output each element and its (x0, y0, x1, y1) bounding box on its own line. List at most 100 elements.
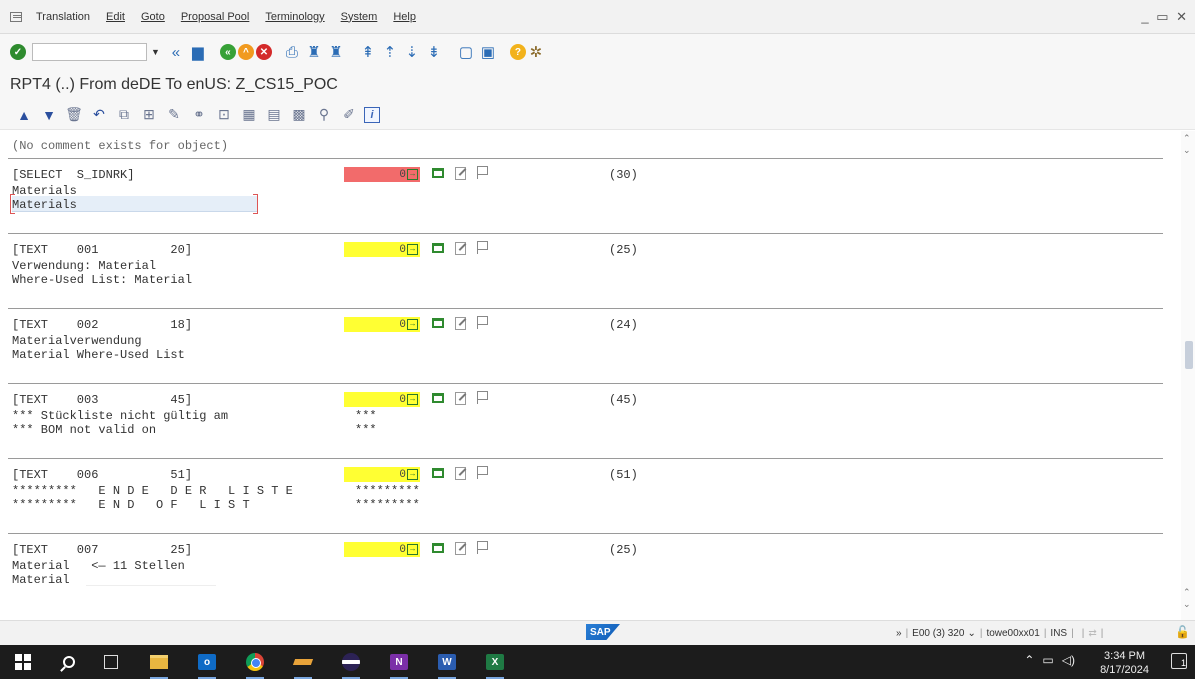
start-button[interactable] (12, 651, 34, 673)
proposals-icon[interactable]: ⚭ (189, 105, 209, 125)
insert-proposal-icon[interactable]: → (407, 394, 418, 405)
target-text[interactable]: Material Where-Used List (12, 348, 185, 362)
status-green-icon[interactable] (432, 392, 444, 403)
move-up-icon[interactable]: ▲ (14, 105, 34, 125)
settings-gear-icon[interactable]: ✲ (526, 42, 546, 62)
menu-help[interactable]: Help (385, 11, 424, 23)
file-explorer-button[interactable] (148, 651, 170, 679)
edit-entry-icon[interactable] (454, 316, 467, 330)
insert-icon[interactable]: ⊡ (214, 105, 234, 125)
edit-entry-icon[interactable] (454, 166, 467, 180)
scroll-down-chevron-icon[interactable]: ⌄ (1183, 599, 1191, 610)
back-icon[interactable]: « (219, 44, 236, 60)
proposal-counter[interactable]: 0 → (344, 242, 420, 257)
target-text[interactable]: Material (12, 573, 70, 587)
cancel-icon[interactable]: ✕ (255, 44, 272, 60)
print-icon[interactable]: ⎙ (282, 42, 302, 62)
shortcut-icon[interactable]: ▣ (478, 42, 498, 62)
calculator-icon[interactable]: ▩ (289, 105, 309, 125)
menu-icon[interactable] (10, 11, 22, 22)
notifications-icon[interactable]: 1 (1171, 653, 1187, 669)
target-text[interactable]: Where-Used List: Material (12, 273, 192, 287)
target-text[interactable]: Materials (12, 198, 77, 212)
command-field[interactable] (32, 43, 147, 61)
save-icon[interactable]: ▆ (188, 42, 208, 62)
menu-translation[interactable]: Translation (28, 11, 98, 23)
notes-icon[interactable]: ✐ (339, 105, 359, 125)
insert-proposal-icon[interactable]: → (407, 469, 418, 480)
insert-proposal-icon[interactable]: → (407, 544, 418, 555)
menu-edit[interactable]: Edit (98, 11, 133, 23)
exit-icon[interactable]: ^ (237, 44, 254, 60)
scroll-up-chevron-icon[interactable]: ⌃ (1183, 133, 1191, 144)
menu-system[interactable]: System (333, 11, 386, 23)
excel-button[interactable]: X (484, 651, 506, 679)
proposal-counter[interactable]: 0 → (344, 467, 420, 482)
lock-icon[interactable]: 🔓 (1175, 625, 1190, 639)
delete-icon[interactable]: 🗑 (64, 105, 84, 125)
onenote-button[interactable]: N (388, 651, 410, 679)
task-view-button[interactable] (100, 651, 122, 673)
command-history-chevron-icon[interactable]: ▼ (151, 47, 160, 57)
network-icon[interactable]: ▭ (1042, 653, 1053, 667)
status-green-icon[interactable] (432, 167, 444, 178)
move-down-icon[interactable]: ▼ (39, 105, 59, 125)
scroll-up-chevron-icon[interactable]: ⌃ (1183, 587, 1191, 598)
window-controls[interactable]: _ ▭ ✕ (1141, 9, 1189, 25)
undo-icon[interactable]: ↶ (89, 105, 109, 125)
status-green-icon[interactable] (432, 542, 444, 553)
flag-icon[interactable] (477, 541, 488, 554)
collapse-icon[interactable]: « (166, 42, 186, 62)
expand-icon[interactable]: » (896, 628, 902, 639)
help-icon[interactable]: ? (509, 44, 526, 60)
proposal-counter[interactable]: 0 → (344, 392, 420, 407)
find-next-icon[interactable]: ♜ (326, 42, 346, 62)
insert-proposal-icon[interactable]: → (407, 319, 418, 330)
last-page-icon[interactable]: ⇟ (424, 42, 444, 62)
outlook-button[interactable]: o (196, 651, 218, 679)
system-dropdown-chevron-icon[interactable]: ⌄ (967, 628, 975, 639)
edit-icon[interactable]: ✎ (164, 105, 184, 125)
proposal-counter[interactable]: 0 → (344, 317, 420, 332)
next-page-icon[interactable]: ⇣ (402, 42, 422, 62)
menu-proposal-pool[interactable]: Proposal Pool (173, 11, 258, 23)
taskbar-search[interactable] (58, 651, 80, 673)
show-hidden-icons-chevron-icon[interactable]: ⌃ (1024, 653, 1034, 667)
find-icon[interactable]: ♜ (304, 42, 324, 62)
table-icon[interactable]: ▦ (239, 105, 259, 125)
flag-icon[interactable] (477, 391, 488, 404)
sap-logon-button[interactable] (292, 651, 314, 679)
clock[interactable]: 3:34 PM 8/17/2024 (1100, 649, 1149, 677)
edit-entry-icon[interactable] (454, 241, 467, 255)
previous-page-icon[interactable]: ⇡ (380, 42, 400, 62)
eclipse-button[interactable] (340, 651, 362, 679)
menu-goto[interactable]: Goto (133, 11, 173, 23)
proposal-counter[interactable]: 0 → (344, 542, 420, 557)
input-mode[interactable]: INS (1050, 628, 1067, 639)
status-green-icon[interactable] (432, 467, 444, 478)
edit-entry-icon[interactable] (454, 541, 467, 555)
status-green-icon[interactable] (432, 242, 444, 253)
edit-entry-icon[interactable] (454, 466, 467, 480)
target-text[interactable]: *** BOM not valid on (12, 423, 156, 437)
enter-icon[interactable]: ✓ (10, 44, 26, 60)
layout-icon[interactable]: ⇄ (1088, 628, 1096, 639)
info-icon[interactable]: i (364, 106, 380, 123)
scroll-down-chevron-icon[interactable]: ⌄ (1183, 145, 1191, 156)
menu-terminology[interactable]: Terminology (257, 11, 332, 23)
new-session-icon[interactable]: ▢ (456, 42, 476, 62)
vertical-scrollbar[interactable]: ⌃ ⌄ ⌃ ⌄ (1181, 131, 1195, 620)
search-icon[interactable]: ⚲ (314, 105, 334, 125)
insert-proposal-icon[interactable]: → (407, 169, 418, 180)
volume-icon[interactable]: ◁) (1062, 653, 1075, 667)
flag-icon[interactable] (477, 241, 488, 254)
scrollbar-thumb[interactable] (1185, 341, 1193, 369)
flag-icon[interactable] (477, 466, 488, 479)
edit-entry-icon[interactable] (454, 391, 467, 405)
insert-proposal-icon[interactable]: → (407, 244, 418, 255)
flag-icon[interactable] (477, 316, 488, 329)
status-green-icon[interactable] (432, 317, 444, 328)
chrome-button[interactable] (244, 651, 266, 679)
proposal-counter[interactable]: 0 → (344, 167, 420, 182)
first-page-icon[interactable]: ⇞ (358, 42, 378, 62)
